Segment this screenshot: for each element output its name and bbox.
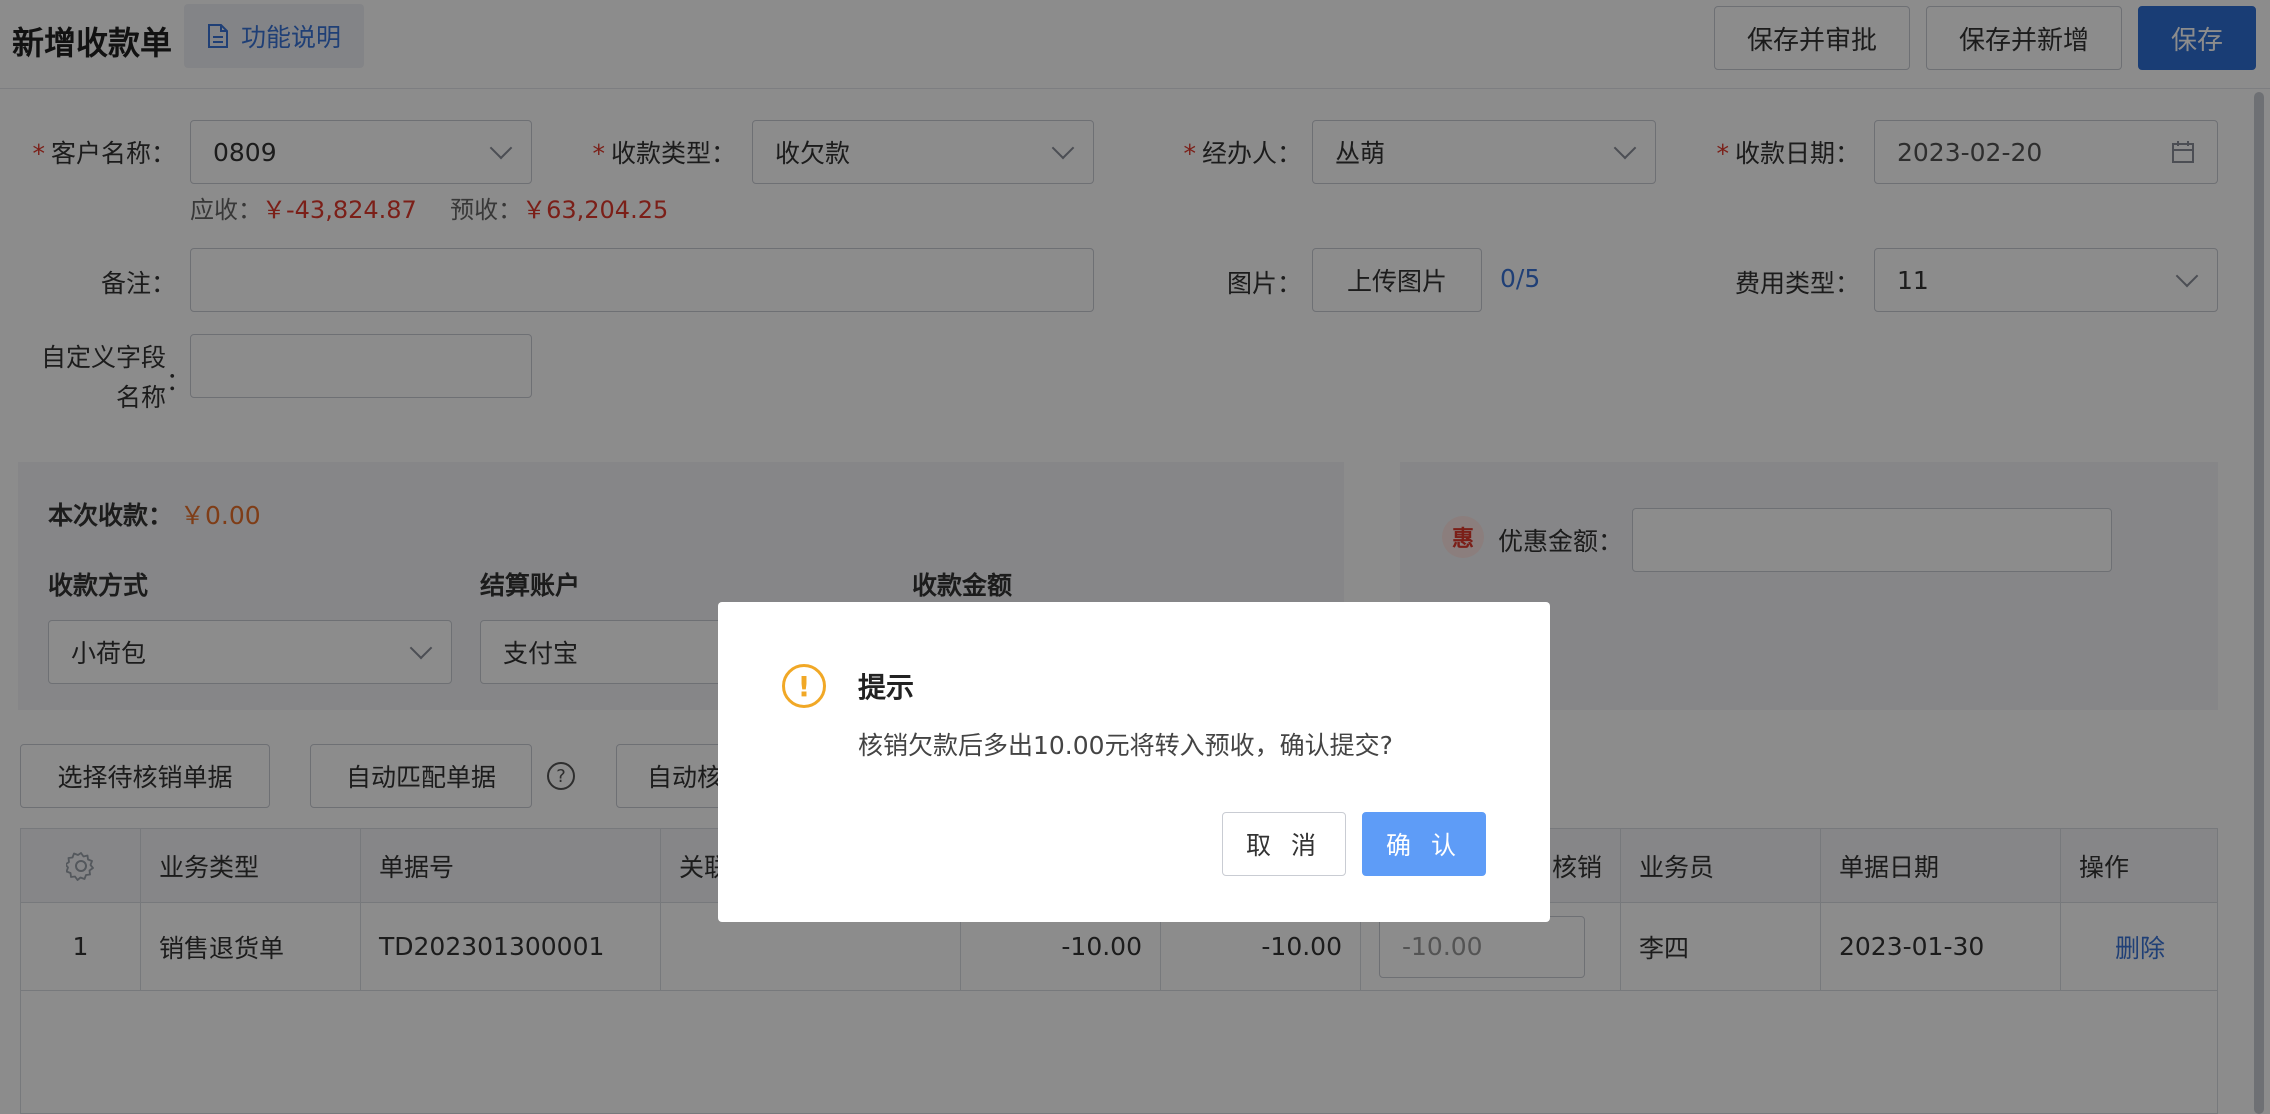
cancel-button[interactable]: 取 消 [1222,812,1346,876]
confirm-button[interactable]: 确 认 [1362,812,1486,876]
dialog-title: 提示 [858,671,915,704]
warning-icon: ! [782,664,826,708]
confirm-dialog: ! 提示 核销欠款后多出10.00元将转入预收，确认提交? 取 消 确 认 [718,602,1550,922]
dialog-message: 核销欠款后多出10.00元将转入预收，确认提交? [858,731,1393,760]
modal-mask[interactable] [0,0,2270,1114]
